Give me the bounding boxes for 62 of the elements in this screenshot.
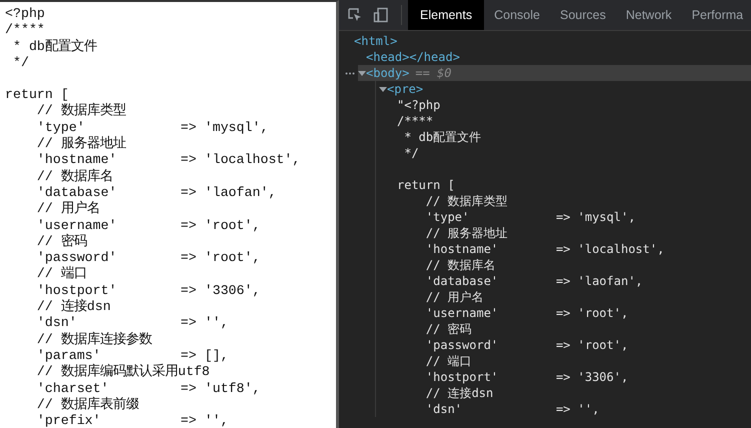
code-line: // 数据库表前缀: [36, 396, 139, 414]
element-tag: <body>: [366, 65, 410, 81]
more-icon[interactable]: [345, 72, 355, 75]
text-node-line: */: [403, 145, 419, 161]
code-line: // 数据库名: [36, 168, 113, 185]
code-line: // 服务器地址: [36, 136, 126, 152]
text-node-line: 'type' => 'mysql',: [424, 209, 636, 225]
text-node-line: return [: [397, 177, 455, 193]
tab[interactable]: Elements: [408, 0, 484, 30]
selected-node-marker: == $0: [415, 65, 452, 81]
code-line: // 端口: [36, 266, 87, 283]
code-line: <?php: [5, 6, 45, 22]
text-node-line: * db配置文件: [403, 129, 482, 145]
code-line: 'prefix' => '',: [36, 413, 228, 428]
element-tag: <head></head>: [366, 49, 460, 65]
text-node-line: "<?php: [397, 97, 440, 113]
code-line: // 用户名: [36, 201, 100, 218]
dom-node-row[interactable]: <head></head>: [366, 49, 751, 65]
code-line: 'type' => 'mysql',: [36, 120, 268, 136]
tab[interactable]: Sources: [550, 0, 616, 30]
code-line: * db配置文件: [12, 38, 97, 55]
tab[interactable]: Performa: [682, 0, 751, 30]
code-line: // 数据库类型: [36, 103, 126, 120]
text-node-line: 'password' => 'root',: [424, 337, 628, 353]
text-node-line: 'hostport' => '3306',: [424, 369, 628, 385]
code-line: /****: [5, 22, 45, 39]
text-node-line: 'hostname' => 'localhost',: [424, 241, 664, 257]
code-line: 'username' => 'root',: [36, 218, 260, 234]
code-line: // 数据库连接参数: [36, 332, 152, 348]
text-node-line: // 数据库名: [424, 257, 496, 273]
code-line: // 连接dsn: [36, 299, 111, 316]
code-line: // 数据库编码默认采用utf8: [36, 364, 210, 381]
text-node-line: // 连接dsn: [424, 385, 494, 401]
code-line: 'password' => 'root',: [36, 250, 260, 266]
dom-node-row[interactable]: <pre>: [379, 81, 751, 97]
code-line: 'charset' => 'utf8',: [36, 380, 260, 396]
dom-node-row[interactable]: <html>: [354, 33, 751, 49]
text-node-line: // 端口: [424, 353, 472, 369]
code-line: // 密码: [36, 234, 87, 250]
text-node-line: // 密码: [424, 321, 472, 337]
element-tag: <pre>: [387, 81, 424, 97]
code-line: 'hostname' => 'localhost',: [36, 152, 300, 168]
text-node-line: // 服务器地址: [424, 225, 508, 241]
code-line: 'database' => 'laofan',: [36, 184, 276, 200]
text-node-line: 'database' => 'laofan',: [424, 273, 643, 289]
tab[interactable]: Console: [484, 0, 550, 30]
text-node-line: // 用户名: [424, 289, 484, 305]
text-node-line: 'username' => 'root',: [424, 305, 628, 321]
text-node-line: // 数据库类型: [424, 193, 508, 209]
text-node-line: /****: [397, 113, 434, 129]
device-icon[interactable]: [373, 7, 389, 23]
text-node-line: 'dsn' => '',: [424, 401, 600, 417]
code-line: 'dsn' => '',: [36, 315, 228, 332]
code-line: 'hostport' => '3306',: [36, 282, 260, 298]
code-line: return [: [5, 87, 69, 103]
inspect-icon[interactable]: [347, 7, 363, 23]
tab[interactable]: Network: [616, 0, 682, 30]
element-tag: <html>: [354, 33, 398, 49]
code-line: 'params' => [],: [36, 348, 228, 364]
expanded-triangle-icon[interactable]: [358, 69, 366, 77]
code-line: */: [12, 54, 29, 72]
expanded-triangle-icon[interactable]: [379, 85, 387, 93]
